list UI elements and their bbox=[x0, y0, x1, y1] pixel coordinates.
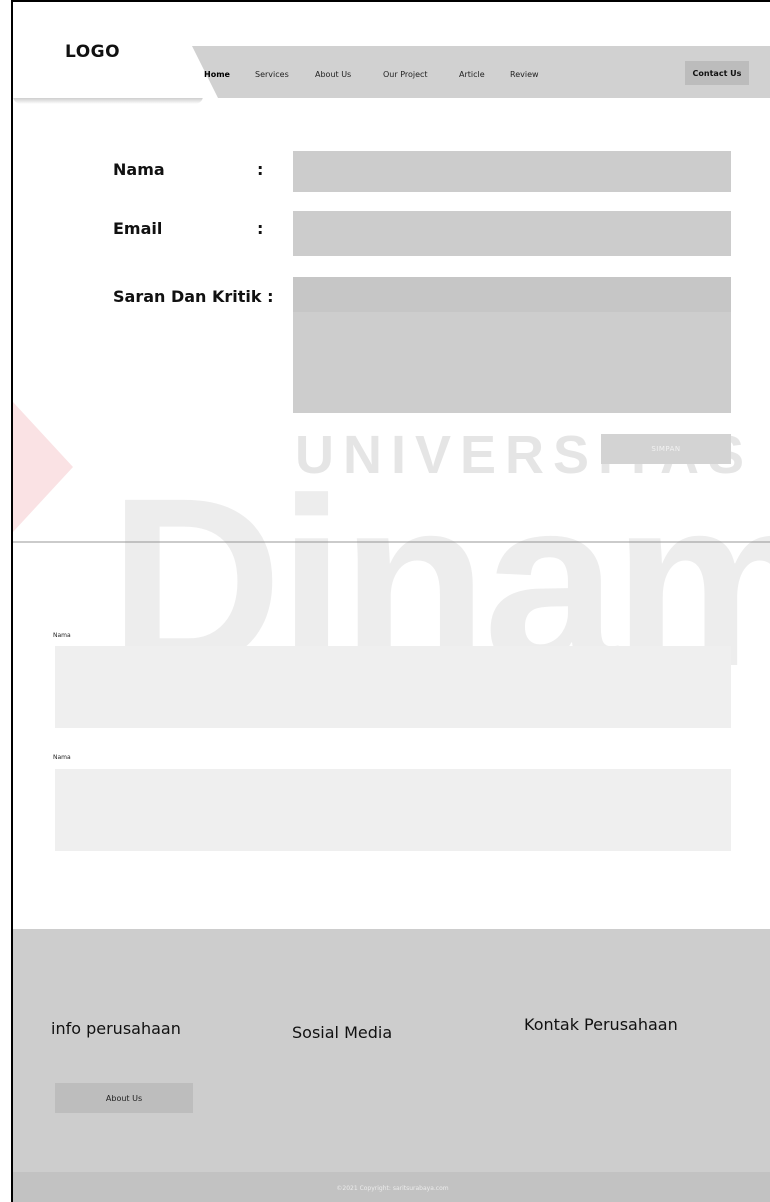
watermark-line bbox=[13, 541, 770, 543]
message-label: Saran Dan Kritik : bbox=[113, 287, 274, 306]
message-field-top[interactable] bbox=[293, 277, 731, 312]
nav-services[interactable]: Services bbox=[255, 70, 289, 79]
review-name-label: Nama bbox=[53, 632, 71, 639]
nav-our-project[interactable]: Our Project bbox=[383, 70, 428, 79]
message-field[interactable] bbox=[293, 312, 731, 413]
nav-about-us[interactable]: About Us bbox=[315, 70, 351, 79]
name-field[interactable] bbox=[293, 151, 731, 192]
contact-us-button[interactable]: Contact Us bbox=[685, 61, 749, 85]
footer bbox=[13, 929, 770, 1202]
footer-social-heading: Sosial Media bbox=[292, 1023, 393, 1042]
save-button[interactable]: SIMPAN bbox=[601, 434, 731, 464]
nav-home[interactable]: Home bbox=[204, 70, 230, 79]
copyright: ©2021 Copyright: saritsurabaya.com bbox=[13, 1172, 770, 1202]
nav-review[interactable]: Review bbox=[510, 70, 539, 79]
page-frame: LOGO Home Services About Us Our Project … bbox=[11, 0, 770, 1202]
footer-contact-heading: Kontak Perusahaan bbox=[524, 1015, 678, 1034]
name-label: Nama bbox=[113, 160, 165, 179]
review-box bbox=[55, 646, 731, 728]
review-box bbox=[55, 769, 731, 851]
email-label: Email bbox=[113, 219, 163, 238]
review-name-label: Nama bbox=[53, 754, 71, 761]
footer-info-heading: info perusahaan bbox=[51, 1019, 181, 1038]
watermark-triangle bbox=[13, 402, 73, 532]
email-colon: : bbox=[257, 219, 264, 238]
nav-article[interactable]: Article bbox=[459, 70, 485, 79]
logo[interactable]: LOGO bbox=[65, 42, 120, 62]
name-colon: : bbox=[257, 160, 264, 179]
footer-about-us-button[interactable]: About Us bbox=[55, 1083, 193, 1113]
email-field[interactable] bbox=[293, 211, 731, 256]
